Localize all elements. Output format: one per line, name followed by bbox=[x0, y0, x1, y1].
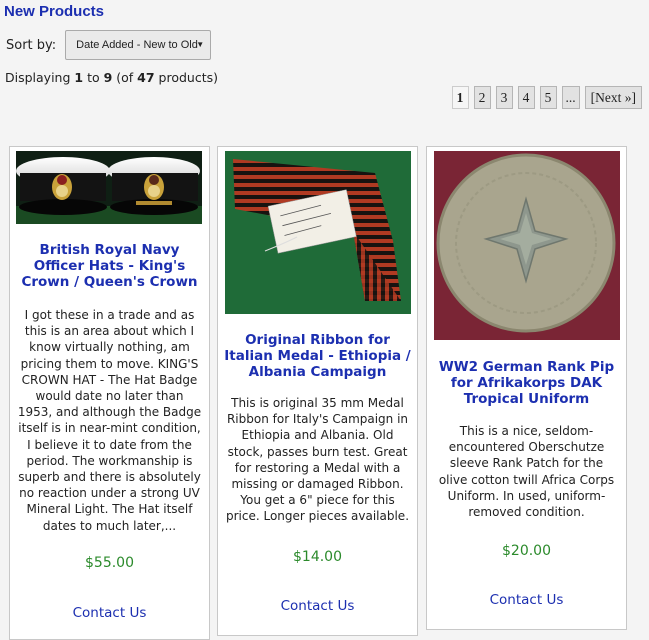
chevron-down-icon: ▼ bbox=[196, 40, 205, 49]
results-of-prefix: (of bbox=[112, 70, 138, 85]
product-description: I got these in a trade and as this is an… bbox=[17, 308, 202, 533]
pagination: 1 2 3 4 5 ... [Next »] bbox=[451, 86, 642, 109]
results-from: 1 bbox=[74, 70, 84, 85]
results-to: 9 bbox=[103, 70, 113, 85]
page-title: New Products bbox=[4, 3, 105, 20]
product-description: This is a nice, seldom-encountered Obers… bbox=[438, 424, 615, 520]
product-title-link[interactable]: Original Ribbon for Italian Medal - Ethi… bbox=[224, 332, 411, 380]
product-card-navy-hats: British Royal Navy Officer Hats - King's… bbox=[9, 146, 210, 640]
sort-label: Sort by: bbox=[6, 37, 57, 53]
results-total: 47 bbox=[137, 70, 155, 85]
page-2-link[interactable]: 2 bbox=[473, 86, 491, 109]
results-prefix: Displaying bbox=[5, 70, 75, 85]
next-page-link[interactable]: [Next »] bbox=[584, 86, 642, 109]
results-count: Displaying 1 to 9 (of 47 products) bbox=[5, 70, 218, 85]
product-title-link[interactable]: British Royal Navy Officer Hats - King's… bbox=[16, 242, 203, 290]
product-price: $55.00 bbox=[85, 555, 134, 571]
contact-us-link[interactable]: Contact Us bbox=[10, 605, 209, 621]
sort-row: Sort by: Date Added - New to Old ▼ bbox=[6, 30, 212, 60]
page-ellipsis-link[interactable]: ... bbox=[561, 86, 580, 109]
contact-us-link[interactable]: Contact Us bbox=[427, 592, 626, 608]
product-title-link[interactable]: WW2 German Rank Pip for Afrikakorps DAK … bbox=[433, 359, 620, 407]
sort-selected-value: Date Added - New to Old bbox=[76, 39, 198, 51]
product-card-italian-ribbon: Original Ribbon for Italian Medal - Ethi… bbox=[217, 146, 418, 636]
page-5-link[interactable]: 5 bbox=[539, 86, 557, 109]
product-card-german-pip: WW2 German Rank Pip for Afrikakorps DAK … bbox=[426, 146, 627, 630]
product-price: $20.00 bbox=[502, 543, 551, 559]
page-4-link[interactable]: 4 bbox=[517, 86, 535, 109]
sort-select[interactable]: Date Added - New to Old ▼ bbox=[65, 30, 212, 60]
page-3-link[interactable]: 3 bbox=[495, 86, 513, 109]
results-to-word: to bbox=[83, 70, 104, 85]
page-1-current: 1 bbox=[451, 86, 469, 109]
results-suffix: products) bbox=[154, 70, 219, 85]
product-description: This is original 35 mm Medal Ribbon for … bbox=[225, 396, 410, 524]
contact-us-link[interactable]: Contact Us bbox=[218, 598, 417, 614]
product-image-italian-ribbon[interactable] bbox=[225, 151, 411, 314]
product-price: $14.00 bbox=[293, 549, 342, 565]
product-image-navy-hats[interactable] bbox=[16, 151, 202, 224]
product-image-german-pip[interactable] bbox=[434, 151, 620, 340]
